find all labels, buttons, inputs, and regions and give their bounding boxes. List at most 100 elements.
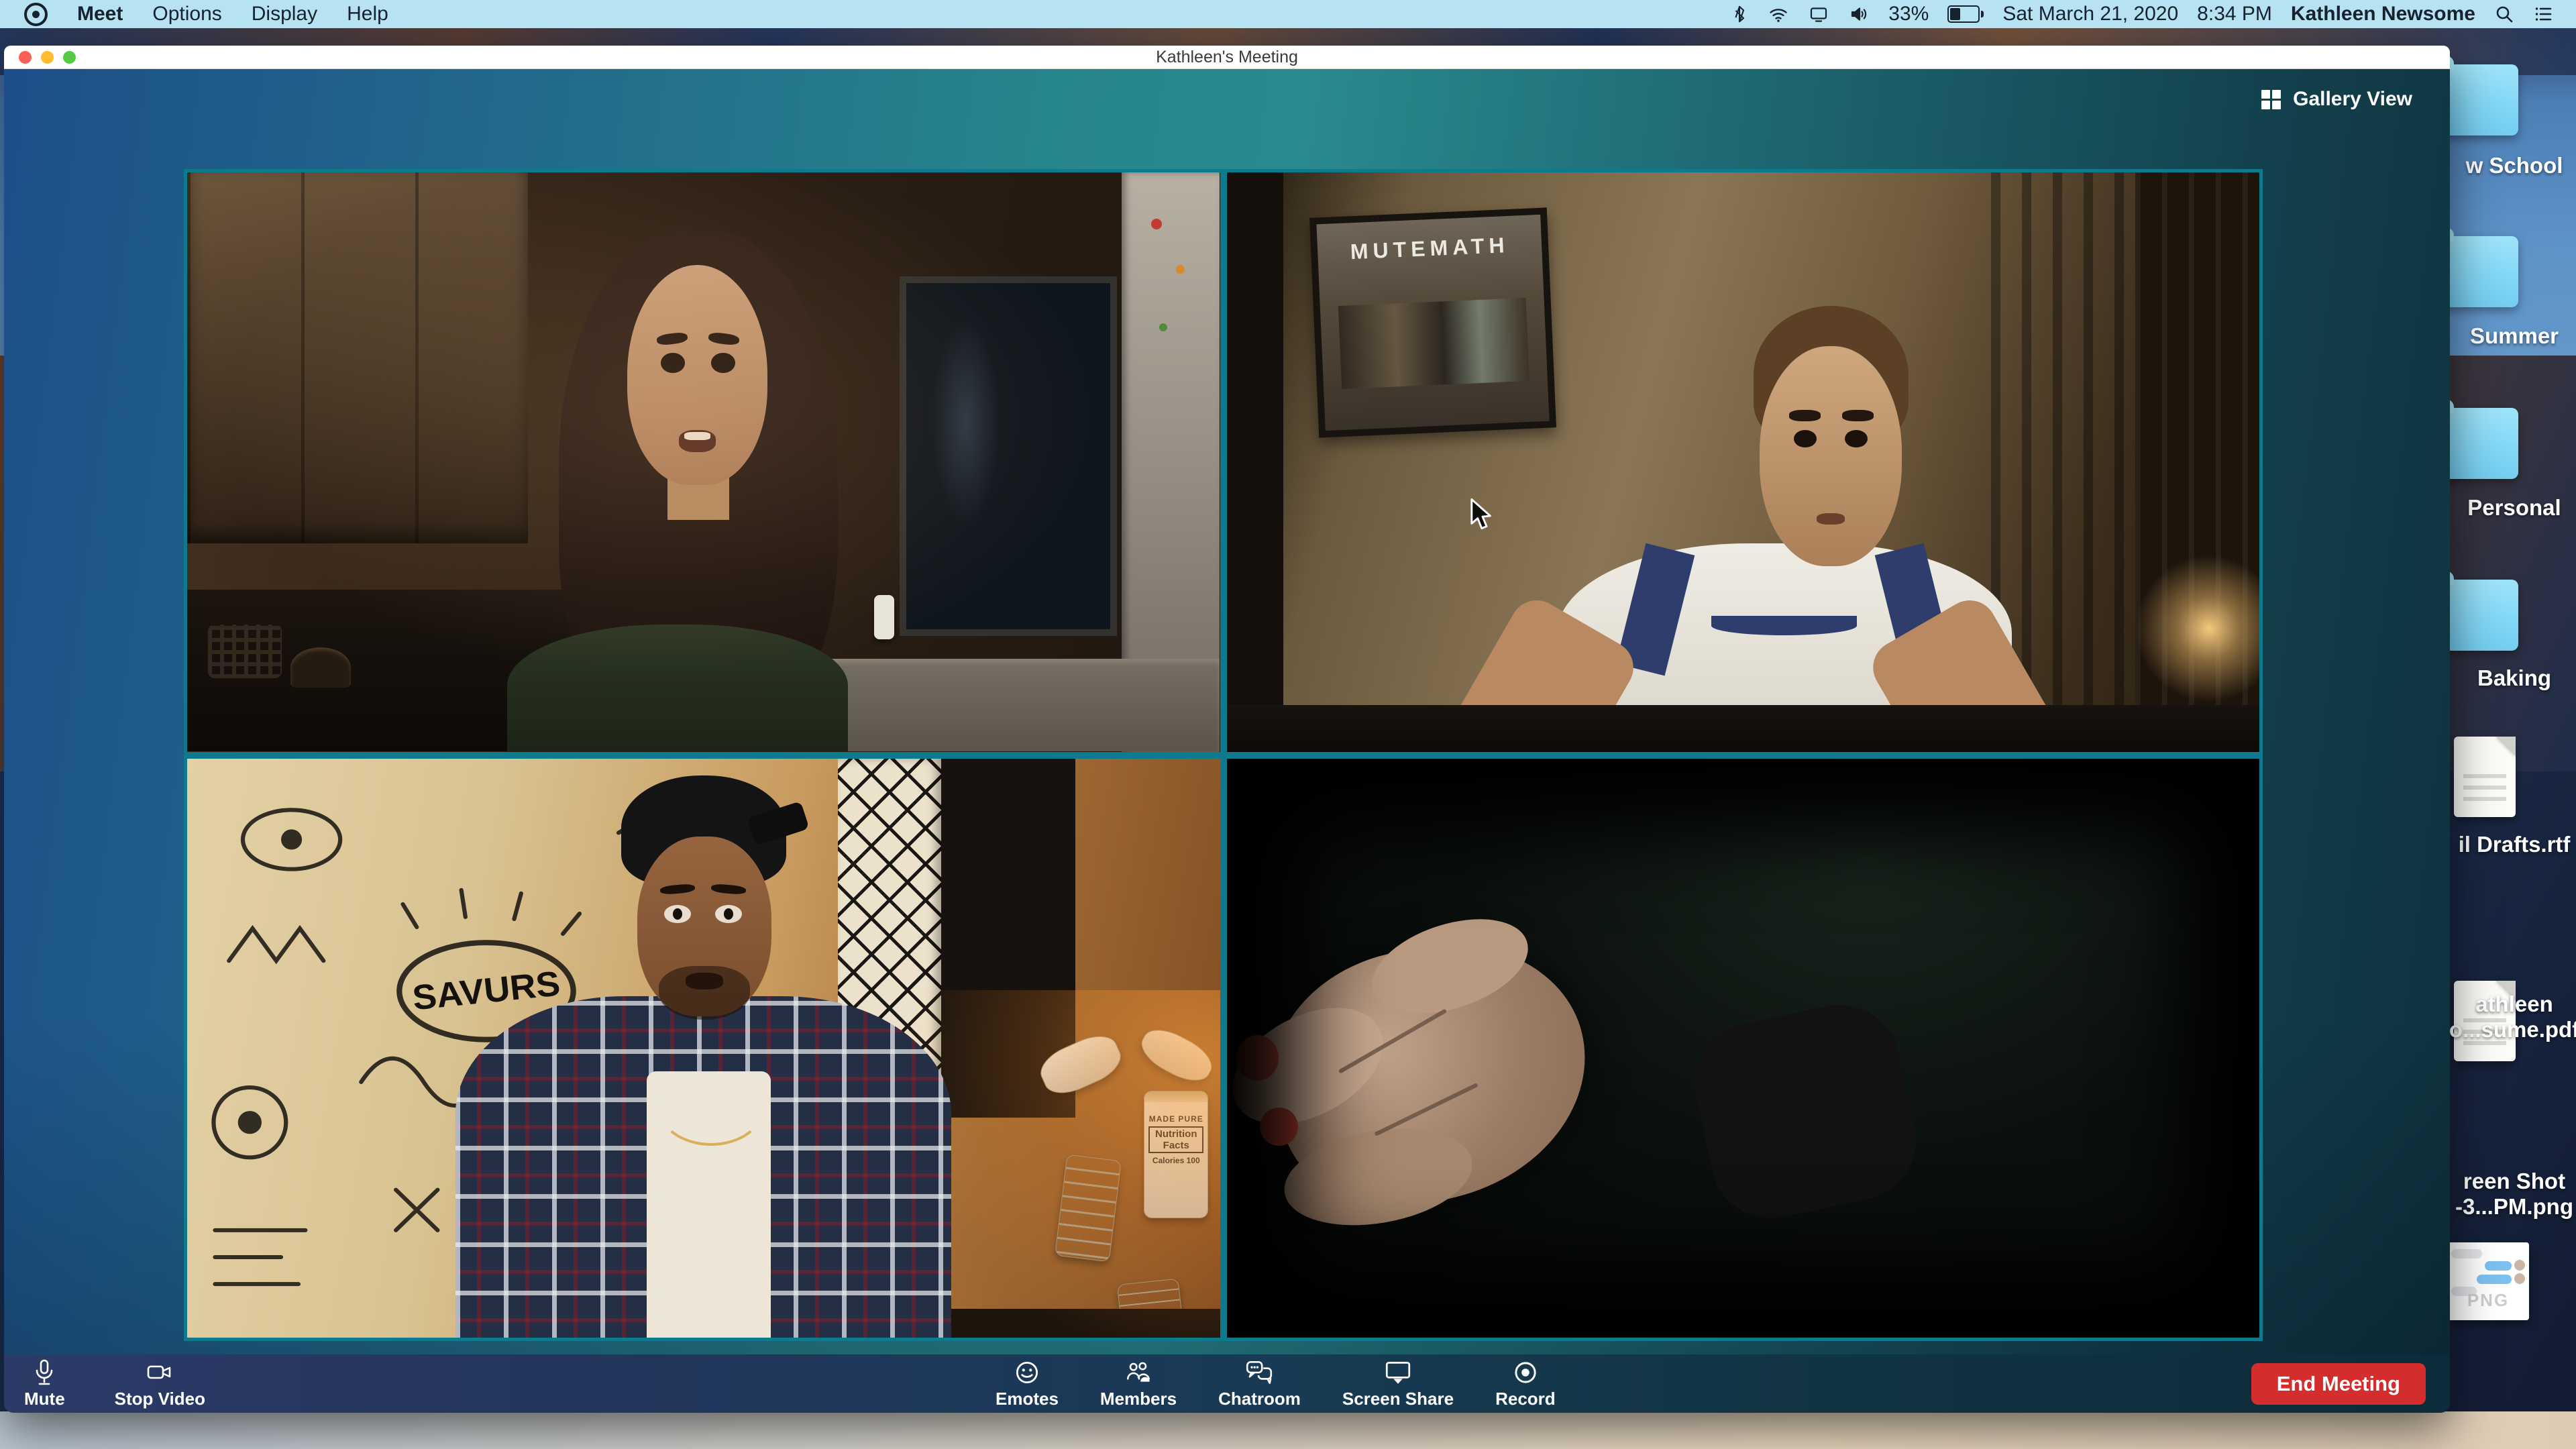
screen-share-label: Screen Share	[1342, 1389, 1454, 1409]
smiley-icon	[1012, 1358, 1042, 1387]
chat-avatar	[2514, 1260, 2525, 1271]
desktop-file-drafts[interactable]	[2454, 737, 2516, 817]
emotes-button[interactable]: Emotes	[996, 1358, 1059, 1409]
face-detail	[656, 331, 688, 346]
mutemath-poster: MUTEMATH	[1309, 208, 1556, 438]
window-titlebar: Kathleen's Meeting	[4, 46, 2450, 69]
chat-bubble	[2485, 1261, 2512, 1271]
hand-closeup	[1227, 909, 1702, 1291]
fridge-magnet	[1159, 323, 1167, 331]
mute-label: Mute	[24, 1389, 65, 1409]
participant-2-face	[1760, 346, 1902, 566]
microphone-icon	[30, 1358, 58, 1387]
gallery-view-button[interactable]: Gallery View	[2259, 88, 2412, 111]
face-detail	[679, 430, 715, 452]
display-icon[interactable]	[1808, 4, 1829, 24]
battery-percent[interactable]: 33%	[1888, 3, 1929, 25]
poster-band	[1338, 299, 1530, 389]
screen: w School Summer Personal Baking il Draft…	[0, 0, 2576, 1449]
record-button[interactable]: Record	[1495, 1358, 1556, 1409]
screen-share-icon	[1382, 1358, 1414, 1387]
can-text-calories: Calories 100	[1144, 1156, 1208, 1165]
poster-image: MUTEMATH	[1317, 215, 1550, 431]
desktop-file-screenshot[interactable]: PNG	[2447, 1242, 2529, 1320]
crushed-can	[1034, 1028, 1127, 1102]
gallery-view-label: Gallery View	[2293, 88, 2412, 111]
emotes-label: Emotes	[996, 1389, 1059, 1409]
desktop-file-screenshot-label-line2[interactable]: -3...PM.png	[2447, 1194, 2576, 1220]
wallpaper-horizon	[0, 1411, 2576, 1449]
face-detail	[686, 973, 723, 989]
seltzer-cans: MADE PURE Nutrition Facts Calories 100	[930, 1036, 1220, 1338]
face-detail	[1842, 410, 1874, 421]
png-watermark: PNG	[2447, 1290, 2529, 1311]
video-tile-participant-3[interactable]: SAVURS MADE PURE Nutrition Facts Calorie…	[187, 759, 1220, 1338]
face-detail	[1789, 410, 1821, 421]
end-meeting-button[interactable]: End Meeting	[2251, 1363, 2426, 1405]
face-detail	[1845, 430, 1868, 447]
face-detail	[715, 905, 742, 923]
chat-avatar	[2514, 1273, 2525, 1284]
volume-icon[interactable]	[1848, 4, 1870, 24]
face-detail	[711, 883, 747, 896]
poster-title: MUTEMATH	[1318, 231, 1542, 266]
wire-basket	[208, 625, 282, 678]
desktop-file-resume-label-line1[interactable]: athleen	[2447, 991, 2576, 1017]
jersey-trim	[1711, 616, 1857, 635]
painted-nail	[1260, 1108, 1298, 1146]
dark-doorway	[1227, 172, 1284, 752]
can-text-nutrition: Nutrition Facts	[1148, 1126, 1203, 1153]
desktop-folder-school-label[interactable]: w School	[2447, 153, 2576, 178]
battery-icon[interactable]	[1947, 5, 1984, 23]
system-logo-icon[interactable]	[24, 3, 48, 26]
menubar-user[interactable]: Kathleen Newsome	[2291, 3, 2475, 25]
kitchen-cabinets	[187, 172, 528, 543]
video-tile-participant-4[interactable]	[1227, 759, 2260, 1338]
video-camera-icon	[144, 1358, 175, 1387]
meeting-content: Gallery View	[4, 69, 2450, 1413]
face-detail	[661, 353, 685, 373]
notification-list-icon[interactable]	[2533, 4, 2553, 24]
gallery-grid-icon	[2259, 88, 2282, 111]
desktop-file-screenshot-label-line1[interactable]: reen Shot	[2447, 1169, 2576, 1194]
menubar-date[interactable]: Sat March 21, 2020	[2002, 3, 2178, 25]
members-button[interactable]: Members	[1100, 1358, 1177, 1409]
watch-band	[1684, 994, 1927, 1230]
desktop-folder-summer-label[interactable]: Summer	[2447, 323, 2576, 349]
kettle	[290, 647, 351, 688]
chat-bubble	[2477, 1275, 2512, 1284]
menu-help[interactable]: Help	[347, 3, 388, 25]
desktop-file-resume-label-line2[interactable]: o...sume.pdf	[2447, 1017, 2576, 1042]
can-text-made-pure: MADE PURE	[1144, 1114, 1208, 1124]
graffiti-text: SAVURS	[411, 964, 562, 1018]
face-detail	[660, 883, 696, 896]
mute-button[interactable]: Mute	[24, 1358, 65, 1409]
stop-video-button[interactable]: Stop Video	[115, 1358, 205, 1409]
participant-3-face	[637, 837, 771, 1016]
menu-bar: Meet Options Display Help 33% Sat March …	[0, 0, 2576, 28]
chatroom-button[interactable]: Chatroom	[1218, 1358, 1301, 1409]
desktop-folder-baking-label[interactable]: Baking	[2447, 665, 2576, 691]
paper-towels	[874, 595, 894, 639]
menu-options[interactable]: Options	[152, 3, 221, 25]
can	[1055, 1154, 1122, 1262]
desktop-folder-personal-label[interactable]: Personal	[2447, 495, 2576, 521]
search-icon[interactable]	[2494, 4, 2514, 24]
meeting-toolbar: Mute Stop Video Emotes Members	[4, 1354, 2450, 1413]
record-icon	[1511, 1358, 1540, 1387]
wifi-icon[interactable]	[1768, 4, 1789, 24]
desktop-file-drafts-label[interactable]: il Drafts.rtf	[2447, 832, 2576, 857]
face-detail	[708, 331, 740, 346]
participant-1-face	[627, 265, 767, 485]
menu-display[interactable]: Display	[252, 3, 317, 25]
participant-1-shoulders	[507, 625, 848, 752]
menubar-time[interactable]: 8:34 PM	[2197, 3, 2272, 25]
video-grid: MUTEMATH	[184, 169, 2263, 1341]
video-tile-participant-2[interactable]: MUTEMATH	[1227, 172, 2260, 752]
video-tile-participant-1[interactable]	[187, 172, 1220, 752]
desk-shadow	[1227, 705, 2260, 751]
necklace	[657, 1065, 765, 1146]
bluetooth-icon[interactable]	[1730, 4, 1749, 24]
menu-meet[interactable]: Meet	[77, 3, 123, 25]
screen-share-button[interactable]: Screen Share	[1342, 1358, 1454, 1409]
